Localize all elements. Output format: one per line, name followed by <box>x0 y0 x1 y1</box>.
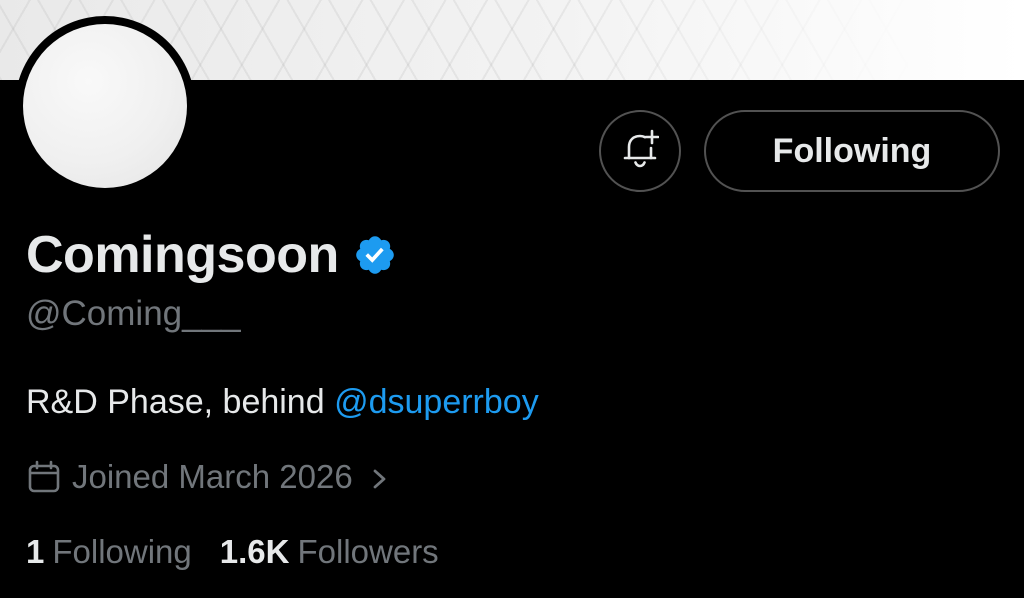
verified-badge-icon[interactable] <box>353 233 397 277</box>
chevron-right-icon <box>369 463 391 491</box>
calendar-icon <box>26 459 62 495</box>
joined-date-row[interactable]: Joined March 2026 <box>26 455 391 499</box>
followers-label: Followers <box>297 533 439 570</box>
following-count: 1 <box>26 533 45 570</box>
user-handle: @Coming___ <box>26 294 241 333</box>
notifications-button[interactable] <box>599 110 681 192</box>
follow-stats: 1 Following 1.6K Followers <box>26 530 439 574</box>
name-row: Comingsoon <box>26 220 397 290</box>
followers-count: 1.6K <box>219 533 290 570</box>
bio-mention-link[interactable]: @dsuperrboy <box>334 383 539 421</box>
bell-plus-icon <box>621 128 660 175</box>
following-stat-link[interactable]: 1 Following <box>26 533 192 571</box>
following-label: Following <box>52 533 192 570</box>
display-name: Comingsoon <box>26 226 339 284</box>
profile-page: Following Comingsoon @Coming___ R&D Phas… <box>0 0 1024 598</box>
bio: R&D Phase, behind @dsuperrboy <box>26 383 539 422</box>
following-button[interactable]: Following <box>704 110 1000 192</box>
avatar[interactable] <box>15 16 195 196</box>
joined-date: Joined March 2026 <box>72 458 353 495</box>
avatar-image <box>23 24 187 188</box>
bio-text: R&D Phase, behind <box>26 383 335 421</box>
followers-stat-link[interactable]: 1.6K Followers <box>220 533 439 571</box>
